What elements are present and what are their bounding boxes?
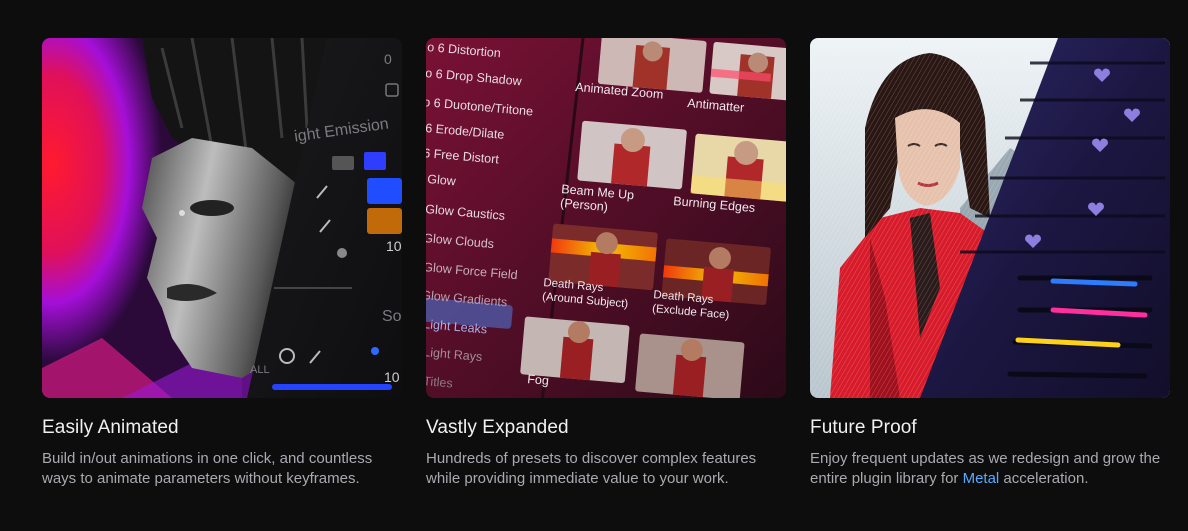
preset-label: Fog [526,372,550,388]
description-text-end: acceleration. [999,470,1089,487]
metal-link[interactable]: Metal [963,470,1000,487]
card-title: Future Proof [810,417,917,438]
feature-image-animated: 0 ight Emission 10 So ALL 10 [42,38,402,398]
feature-card-future-proof: Future Proof Enjoy frequent updates as w… [810,38,1170,487]
card-description: Hundreds of presets to discover complex … [426,450,757,487]
effects-list-item: Glow [426,172,457,189]
feature-image-expanded: o 6 Distortion o 6 Drop Shadow o 6 Duoto… [426,38,786,398]
panel-value-top: 0 [384,51,392,67]
card-title: Vastly Expanded [426,417,569,438]
card-description: Build in/out animations in one click, an… [42,450,373,487]
feature-card-expanded: o 6 Distortion o 6 Drop Shadow o 6 Duoto… [426,38,786,487]
panel-section-label-2: So [382,308,402,325]
feature-image-future-proof [810,38,1170,398]
panel-tab-all: ALL [250,364,270,376]
panel-value-bottom: 10 [384,369,400,385]
panel-value-mid: 10 [386,238,402,254]
feature-card-animated: 0 ight Emission 10 So ALL 10 Easily Anim… [42,38,402,487]
card-title: Easily Animated [42,417,179,438]
effects-list-item: Titles [426,374,454,391]
card-description: Enjoy frequent updates as we redesign an… [810,449,1170,489]
